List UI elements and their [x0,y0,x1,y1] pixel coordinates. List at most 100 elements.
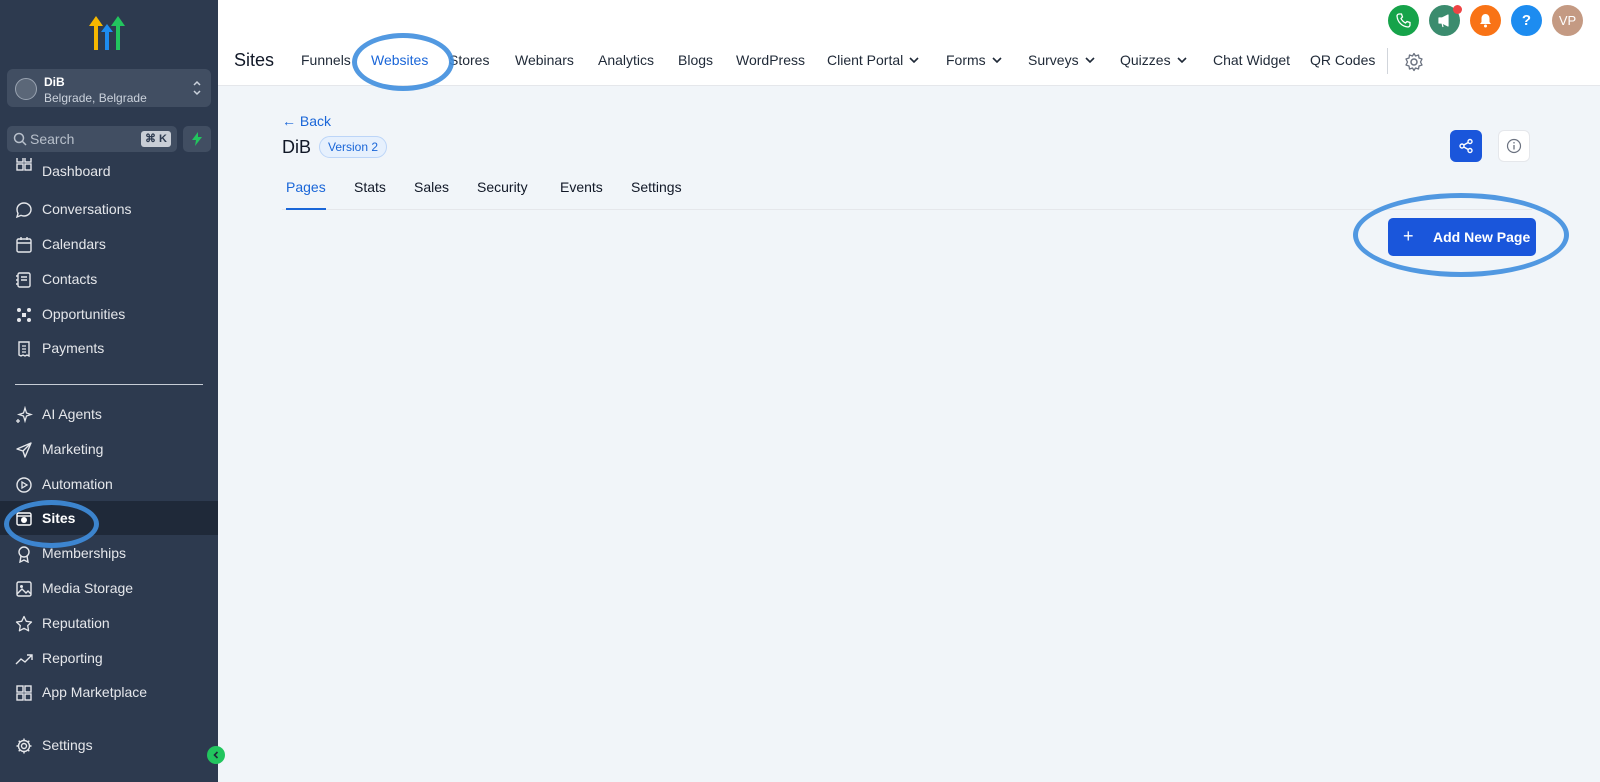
sidebar-item-label: Reporting [42,650,103,666]
tab-sales[interactable]: Sales [414,179,449,210]
megaphone-icon [1438,14,1449,28]
chevron-updown-icon [193,80,201,96]
sidebar: DiB Belgrade, Belgrade Search ⌘ K Dashbo… [0,0,218,782]
phone-button[interactable] [1388,5,1419,36]
tab-pages[interactable]: Pages [286,179,326,210]
top-nav-chat-widget[interactable]: Chat Widget [1213,52,1290,68]
contacts-icon [16,272,31,288]
sidebar-item-app-marketplace[interactable]: App Marketplace [0,675,218,709]
search-icon [13,132,27,146]
sidebar-item-opportunities[interactable]: Opportunities [0,297,218,331]
top-bar: Sites Funnels Websites Stores Webinars A… [218,0,1600,86]
add-new-page-button[interactable]: + Add New Page [1388,218,1536,256]
sidebar-item-ai-agents[interactable]: AI Agents [0,397,218,431]
settings-gear-icon[interactable] [1404,52,1424,72]
tab-stats[interactable]: Stats [354,179,386,210]
sidebar-item-label: Opportunities [42,306,126,322]
sidebar-item-calendars[interactable]: Calendars [0,227,218,261]
top-nav-forms[interactable]: Forms [946,52,1002,68]
bell-icon [1480,14,1491,28]
top-nav-websites[interactable]: Websites [371,52,428,68]
nav-divider [1387,48,1388,74]
page-title: Sites [234,50,275,70]
top-nav-blogs[interactable]: Blogs [678,52,713,68]
phone-icon [1396,13,1411,28]
lightning-icon [192,132,202,146]
sidebar-item-label: App Marketplace [42,684,148,700]
grid-icon [16,685,32,701]
top-nav-qr-codes[interactable]: QR Codes [1310,52,1375,68]
collapse-sidebar-button[interactable] [207,746,225,764]
sites-icon [16,512,32,526]
sidebar-item-automation[interactable]: Automation [0,467,218,501]
notifications-button[interactable] [1470,5,1501,36]
account-name: DiB [44,75,65,89]
tab-events[interactable]: Events [560,179,603,210]
gear-icon [16,738,32,754]
user-avatar[interactable]: VP [1552,5,1583,36]
top-nav-analytics[interactable]: Analytics [598,52,654,68]
share-button[interactable] [1450,130,1482,162]
back-link[interactable]: ← Back [282,113,331,129]
sidebar-item-label: Sites [42,510,76,526]
app-logo-icon[interactable] [86,14,130,52]
send-icon [16,442,32,458]
sidebar-item-marketing[interactable]: Marketing [0,432,218,466]
search-placeholder: Search [30,131,75,147]
top-nav-client-portal[interactable]: Client Portal [827,52,919,68]
top-nav-funnels[interactable]: Funnels [301,52,351,68]
sidebar-item-sites[interactable]: Sites [0,501,218,535]
sidebar-item-reputation[interactable]: Reputation [0,606,218,640]
sidebar-item-label: Calendars [42,236,106,252]
top-nav-stores[interactable]: Stores [449,52,489,68]
sidebar-item-label: AI Agents [42,406,102,422]
sparkle-icon [16,406,33,424]
top-nav-quizzes[interactable]: Quizzes [1120,52,1187,68]
search-input[interactable]: Search ⌘ K [7,126,177,152]
account-location: Belgrade, Belgrade [44,91,147,105]
chevron-down-icon [909,57,919,63]
top-nav-label: Forms [946,52,986,68]
top-nav-label: Surveys [1028,52,1079,68]
sidebar-item-label: Contacts [42,271,98,287]
plus-icon: + [1403,226,1414,246]
account-switcher[interactable]: DiB Belgrade, Belgrade [7,69,211,107]
help-button[interactable]: ? [1511,5,1542,36]
trend-icon [15,654,33,665]
info-button[interactable] [1498,130,1530,162]
notification-dot [1453,5,1462,14]
award-icon [18,546,30,563]
sidebar-item-payments[interactable]: Payments [0,331,218,365]
sidebar-item-label: Reputation [42,615,110,631]
star-icon [15,615,33,632]
top-nav-label: Client Portal [827,52,904,68]
top-nav-surveys[interactable]: Surveys [1028,52,1095,68]
top-nav-wordpress[interactable]: WordPress [736,52,805,68]
sidebar-divider [15,384,203,385]
quick-actions-button[interactable] [183,126,211,152]
add-new-page-label: Add New Page [1433,229,1531,245]
sidebar-item-contacts[interactable]: Contacts [0,262,218,296]
location-avatar [15,78,37,100]
chevron-down-icon [1085,57,1095,63]
sidebar-item-label: Media Storage [42,580,134,596]
sidebar-item-memberships[interactable]: Memberships [0,536,218,570]
chevron-down-icon [1177,57,1187,63]
image-icon [16,581,32,597]
calendar-icon [16,237,32,253]
sidebar-item-reporting[interactable]: Reporting [0,641,218,675]
sidebar-item-label: Marketing [42,441,104,457]
tab-settings[interactable]: Settings [631,179,682,210]
sidebar-item-media-storage[interactable]: Media Storage [0,571,218,605]
site-tabs: Pages Stats Sales Security Events Settin… [282,176,1532,210]
sidebar-item-settings[interactable]: Settings [0,728,218,762]
top-nav-webinars[interactable]: Webinars [515,52,574,68]
sidebar-item-dashboard[interactable]: Dashboard [0,158,218,180]
chevron-down-icon [992,57,1002,63]
tab-security[interactable]: Security [477,179,528,210]
automation-icon [16,477,32,493]
sidebar-item-conversations[interactable]: Conversations [0,192,218,226]
sidebar-item-label: Memberships [42,545,127,561]
sidebar-item-label: Settings [42,737,93,753]
top-nav-label: Quizzes [1120,52,1171,68]
